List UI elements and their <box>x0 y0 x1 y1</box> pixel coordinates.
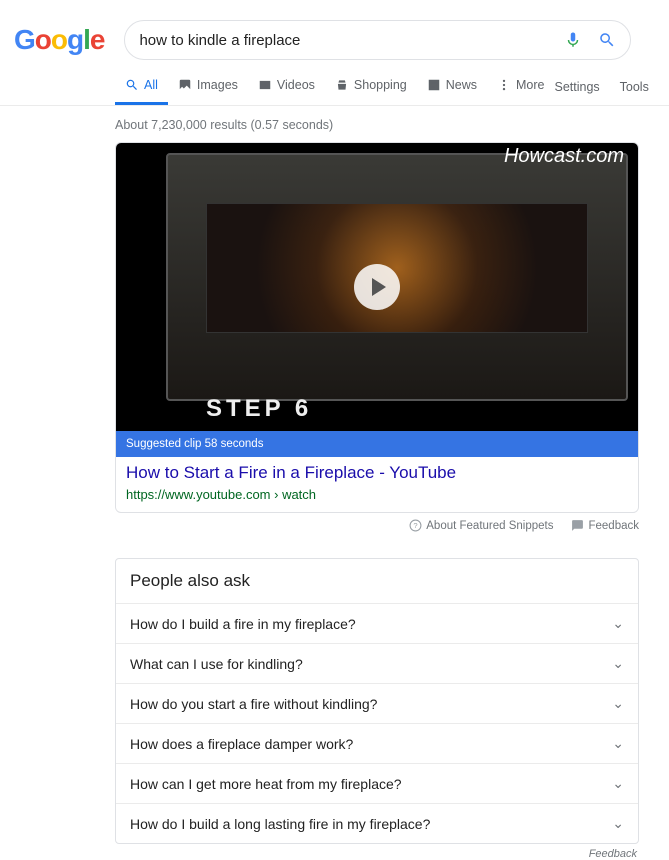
chevron-down-icon: ⌄ <box>612 615 624 632</box>
tab-label: Shopping <box>354 78 407 92</box>
clip-bar[interactable]: Suggested clip 58 seconds <box>116 431 638 457</box>
featured-snippet-card: Howcast.com STEP 6 Suggested clip 58 sec… <box>115 142 639 513</box>
paa-item[interactable]: How do I build a fire in my fireplace? ⌄ <box>116 604 638 644</box>
paa-item[interactable]: What can I use for kindling? ⌄ <box>116 644 638 684</box>
snippet-title[interactable]: How to Start a Fire in a Fireplace - You… <box>126 463 628 483</box>
about-featured-snippets-link[interactable]: ? About Featured Snippets <box>409 519 553 532</box>
paa-item[interactable]: How do I build a long lasting fire in my… <box>116 804 638 843</box>
tab-all[interactable]: All <box>115 78 168 105</box>
tab-images[interactable]: Images <box>168 78 248 105</box>
tab-news[interactable]: News <box>417 78 487 105</box>
mic-icon[interactable] <box>564 31 582 49</box>
chevron-down-icon: ⌄ <box>612 775 624 792</box>
feedback-link[interactable]: Feedback <box>571 519 639 532</box>
tab-label: News <box>446 78 477 92</box>
chevron-down-icon: ⌄ <box>612 815 624 832</box>
search-tabs: All Images Videos Shopping News More Set… <box>115 78 669 105</box>
paa-title: People also ask <box>116 559 638 604</box>
search-input[interactable] <box>139 32 564 49</box>
chevron-down-icon: ⌄ <box>612 735 624 752</box>
result-stats: About 7,230,000 results (0.57 seconds) <box>115 118 639 132</box>
tab-label: More <box>516 78 544 92</box>
people-also-ask: People also ask How do I build a fire in… <box>115 558 639 844</box>
tab-label: Videos <box>277 78 315 92</box>
search-box[interactable] <box>124 20 631 60</box>
tab-shopping[interactable]: Shopping <box>325 78 417 105</box>
tab-more[interactable]: More <box>487 78 554 105</box>
watermark-text: Howcast.com <box>504 145 624 168</box>
snippet-url[interactable]: https://www.youtube.com › watch <box>126 487 628 502</box>
settings-link[interactable]: Settings <box>554 80 599 94</box>
google-logo[interactable]: Google <box>10 24 104 56</box>
search-icon[interactable] <box>598 31 616 49</box>
play-icon[interactable] <box>354 264 400 310</box>
svg-text:?: ? <box>414 521 418 530</box>
tab-label: All <box>144 78 158 92</box>
video-thumbnail[interactable]: Howcast.com STEP 6 <box>116 143 638 431</box>
tools-link[interactable]: Tools <box>620 80 649 94</box>
feedback-bottom-link[interactable]: Feedback <box>115 848 637 860</box>
tab-label: Images <box>197 78 238 92</box>
chevron-down-icon: ⌄ <box>612 695 624 712</box>
tab-videos[interactable]: Videos <box>248 78 325 105</box>
paa-item[interactable]: How do you start a fire without kindling… <box>116 684 638 724</box>
step-text: STEP 6 <box>206 395 312 423</box>
chevron-down-icon: ⌄ <box>612 655 624 672</box>
paa-item[interactable]: How can I get more heat from my fireplac… <box>116 764 638 804</box>
paa-item[interactable]: How does a fireplace damper work? ⌄ <box>116 724 638 764</box>
